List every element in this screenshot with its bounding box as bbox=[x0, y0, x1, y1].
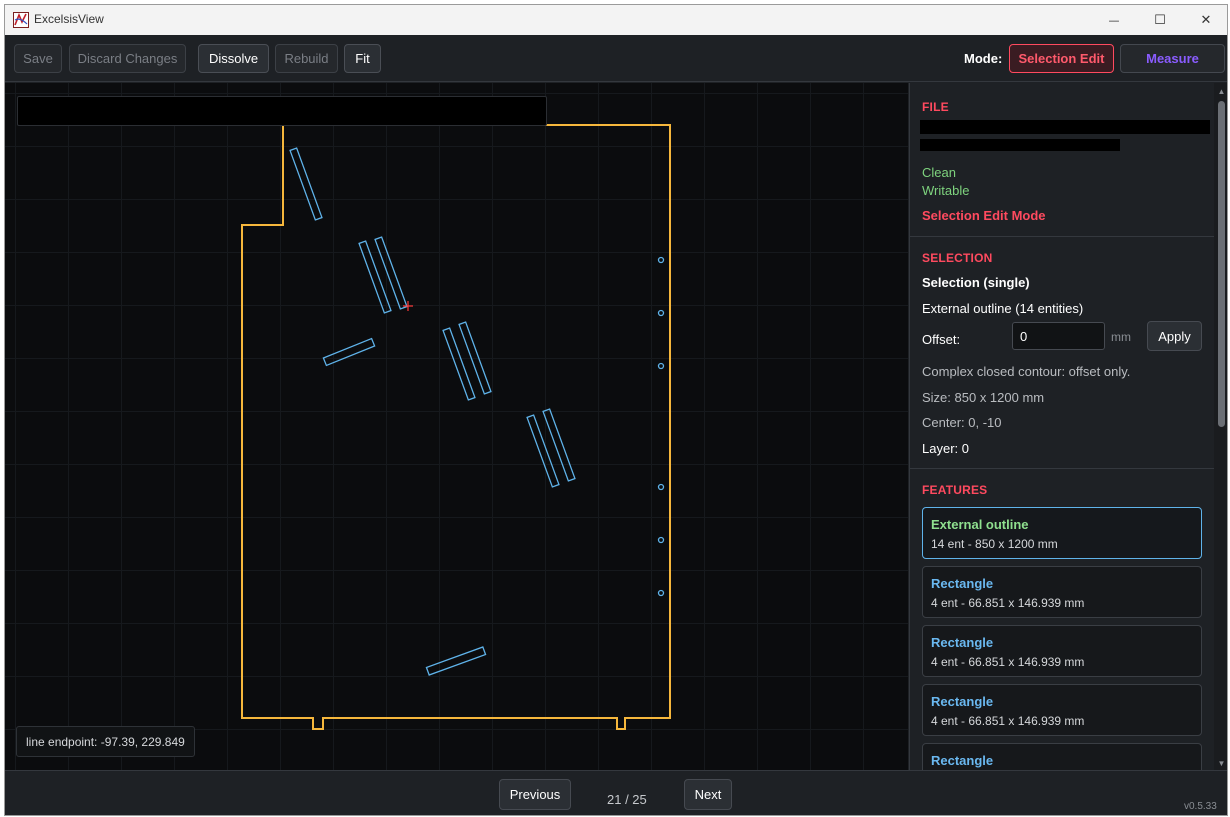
file-status-clean: Clean bbox=[922, 165, 956, 180]
drawing-svg[interactable] bbox=[5, 83, 908, 770]
feature-item-rectangle[interactable]: Rectangle bbox=[922, 743, 1202, 770]
rectangle-feature[interactable] bbox=[358, 240, 392, 314]
app-window: ExcelsisView — ☐ ✕ Save Discard Changes … bbox=[4, 4, 1228, 816]
footer-bar: Previous 21 / 25 Next v0.5.33 bbox=[5, 770, 1227, 815]
properties-panel: FILE Clean Writable Selection Edit Mode … bbox=[909, 83, 1227, 770]
redacted-file-path-line2 bbox=[920, 139, 1120, 151]
maximize-button[interactable]: ☐ bbox=[1137, 5, 1183, 35]
page-indicator: 21 / 25 bbox=[607, 792, 647, 807]
selection-note: Complex closed contour: offset only. bbox=[922, 364, 1131, 379]
dissolve-button[interactable]: Dissolve bbox=[198, 44, 269, 73]
rectangle-feature[interactable] bbox=[442, 327, 476, 401]
rectangle-feature[interactable] bbox=[458, 321, 492, 395]
rectangle-feature[interactable] bbox=[322, 337, 376, 367]
app-logo-icon bbox=[13, 12, 29, 28]
file-section-title: FILE bbox=[922, 100, 949, 114]
cursor-crosshair-icon bbox=[403, 301, 413, 311]
drawing-canvas[interactable]: line endpoint: -97.39, 229.849 bbox=[5, 83, 908, 770]
circle-feature[interactable] bbox=[657, 483, 665, 491]
scroll-up-icon[interactable]: ▲ bbox=[1217, 87, 1226, 96]
circle-feature[interactable] bbox=[657, 309, 665, 317]
measure-mode-button[interactable]: Measure bbox=[1120, 44, 1225, 73]
scrollbar-thumb[interactable] bbox=[1218, 101, 1225, 427]
minimize-button[interactable]: — bbox=[1091, 5, 1137, 35]
apply-offset-button[interactable]: Apply bbox=[1147, 321, 1202, 351]
feature-name: External outline bbox=[931, 517, 1029, 532]
panel-scrollbar[interactable]: ▲ ▼ bbox=[1214, 83, 1227, 770]
mode-label: Mode: bbox=[964, 51, 1003, 66]
current-mode-text: Selection Edit Mode bbox=[922, 208, 1046, 223]
selection-description: External outline (14 entities) bbox=[922, 301, 1084, 316]
feature-detail: 4 ent - 66.851 x 146.939 mm bbox=[931, 655, 1085, 669]
file-status-writable: Writable bbox=[922, 183, 970, 198]
section-divider bbox=[910, 468, 1214, 469]
selection-layer: Layer: 0 bbox=[922, 441, 969, 456]
feature-detail: 4 ent - 66.851 x 146.939 mm bbox=[931, 596, 1085, 610]
offset-label: Offset: bbox=[922, 332, 961, 347]
redacted-path-bar bbox=[17, 96, 547, 126]
title-bar: ExcelsisView — ☐ ✕ bbox=[5, 5, 1227, 35]
save-button[interactable]: Save bbox=[14, 44, 62, 73]
minimize-icon: — bbox=[1108, 13, 1120, 27]
feature-name: Rectangle bbox=[931, 635, 994, 650]
maximize-icon: ☐ bbox=[1154, 12, 1166, 28]
circle-feature[interactable] bbox=[657, 536, 665, 544]
rectangle-feature[interactable] bbox=[526, 414, 560, 488]
features-section-title: FEATURES bbox=[922, 483, 988, 497]
rectangle-feature[interactable] bbox=[425, 646, 487, 676]
feature-item-external-outline[interactable]: External outline 14 ent - 850 x 1200 mm bbox=[922, 507, 1202, 559]
close-icon: ✕ bbox=[1200, 12, 1212, 28]
selection-section-title: SELECTION bbox=[922, 251, 993, 265]
previous-button[interactable]: Previous bbox=[499, 779, 571, 810]
feature-name: Rectangle bbox=[931, 694, 994, 709]
fit-button[interactable]: Fit bbox=[344, 44, 381, 73]
next-button[interactable]: Next bbox=[684, 779, 732, 810]
selection-size: Size: 850 x 1200 mm bbox=[922, 390, 1045, 405]
selection-kind: Selection (single) bbox=[922, 275, 1030, 290]
coordinate-readout: line endpoint: -97.39, 229.849 bbox=[16, 726, 195, 757]
section-divider bbox=[910, 236, 1214, 237]
rectangle-feature[interactable] bbox=[374, 236, 408, 310]
redacted-file-path bbox=[920, 120, 1210, 134]
rebuild-button[interactable]: Rebuild bbox=[275, 44, 338, 73]
feature-item-rectangle[interactable]: Rectangle 4 ent - 66.851 x 146.939 mm bbox=[922, 684, 1202, 736]
selection-edit-mode-button[interactable]: Selection Edit bbox=[1009, 44, 1114, 73]
circle-feature[interactable] bbox=[657, 256, 665, 264]
window-title: ExcelsisView bbox=[34, 12, 104, 26]
feature-detail: 14 ent - 850 x 1200 mm bbox=[931, 537, 1058, 551]
feature-detail: 4 ent - 66.851 x 146.939 mm bbox=[931, 714, 1085, 728]
external-outline[interactable] bbox=[241, 124, 671, 730]
rectangle-feature[interactable] bbox=[542, 408, 576, 482]
rectangle-feature[interactable] bbox=[289, 147, 323, 221]
close-button[interactable]: ✕ bbox=[1183, 5, 1227, 35]
version-label: v0.5.33 bbox=[1184, 801, 1217, 812]
scroll-down-icon[interactable]: ▼ bbox=[1217, 759, 1226, 768]
feature-item-rectangle[interactable]: Rectangle 4 ent - 66.851 x 146.939 mm bbox=[922, 566, 1202, 618]
discard-changes-button[interactable]: Discard Changes bbox=[69, 44, 186, 73]
selection-center: Center: 0, -10 bbox=[922, 415, 1002, 430]
circle-feature[interactable] bbox=[657, 589, 665, 597]
feature-item-rectangle[interactable]: Rectangle 4 ent - 66.851 x 146.939 mm bbox=[922, 625, 1202, 677]
toolbar: Save Discard Changes Dissolve Rebuild Fi… bbox=[5, 35, 1227, 82]
circle-feature[interactable] bbox=[657, 362, 665, 370]
offset-unit: mm bbox=[1111, 330, 1131, 344]
feature-name: Rectangle bbox=[931, 576, 994, 591]
feature-name: Rectangle bbox=[931, 753, 994, 768]
offset-input[interactable]: 0 bbox=[1012, 322, 1105, 350]
